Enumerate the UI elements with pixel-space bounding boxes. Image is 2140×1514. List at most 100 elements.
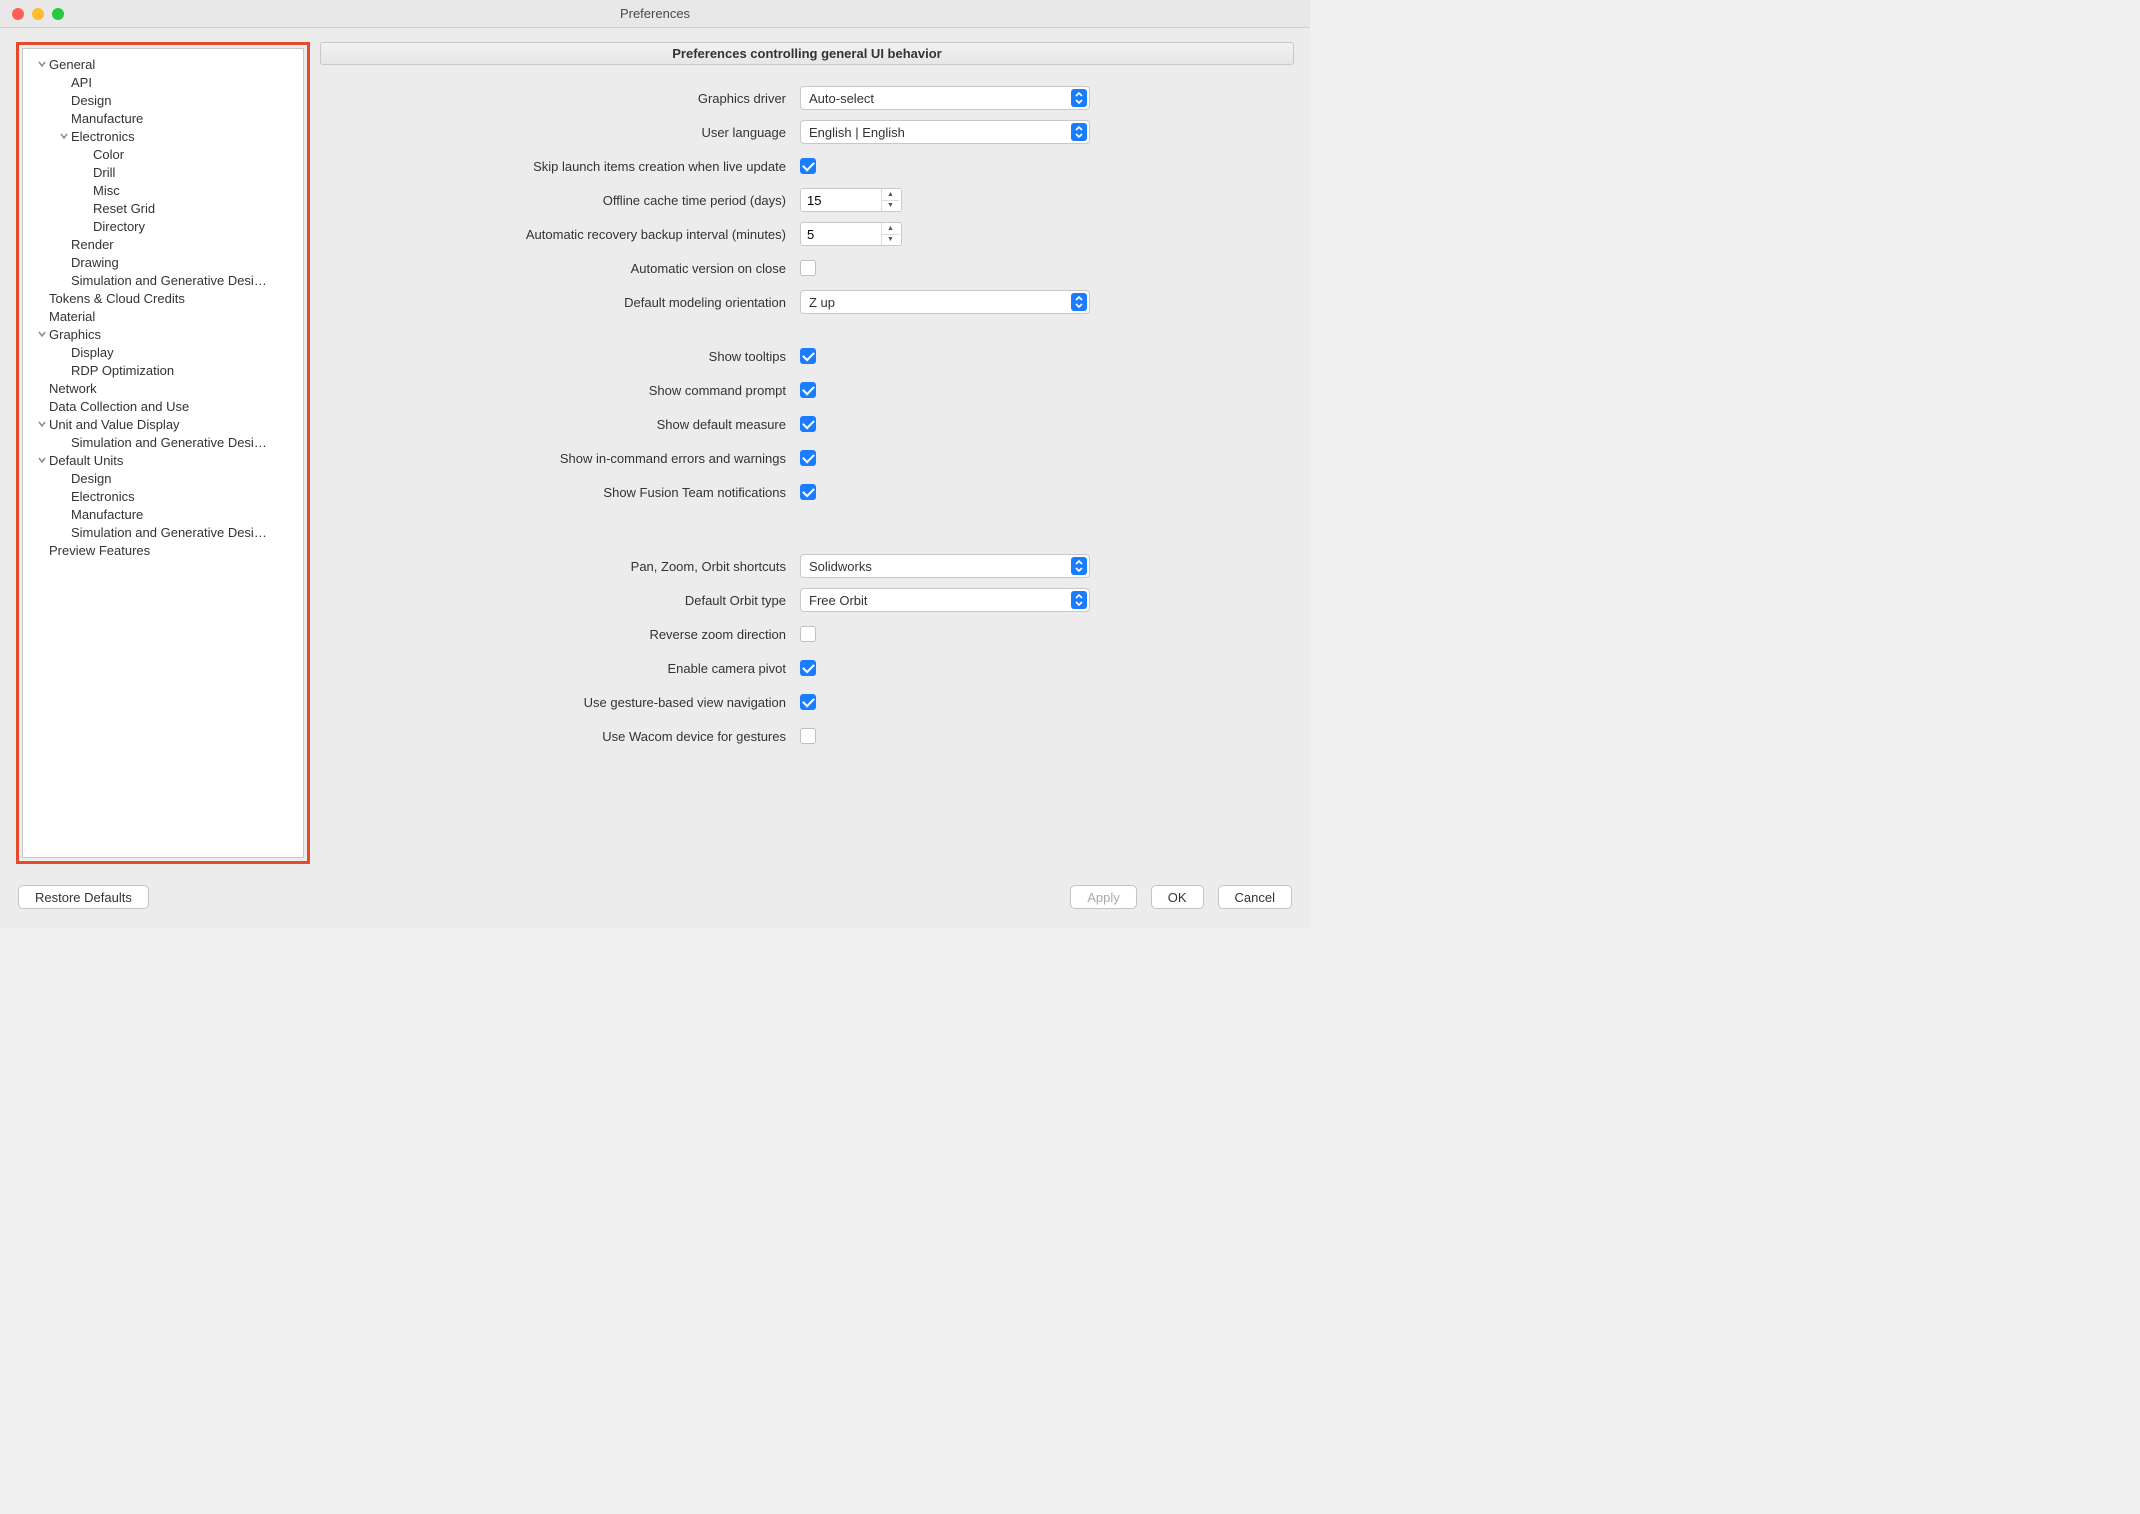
spinner-down-icon[interactable]: ▼ <box>882 235 899 246</box>
tree-item[interactable]: API <box>27 73 299 91</box>
tree-item[interactable]: Directory <box>27 217 299 235</box>
tree-item[interactable]: Manufacture <box>27 505 299 523</box>
chevron-down-icon[interactable] <box>35 60 49 68</box>
dropdown[interactable]: Solidworks <box>800 554 1090 578</box>
content-panel: Preferences controlling general UI behav… <box>320 42 1294 868</box>
checkbox[interactable] <box>800 694 816 710</box>
checkbox[interactable] <box>800 382 816 398</box>
tree-item-label: Design <box>71 471 111 486</box>
spinner-up-icon[interactable]: ▲ <box>882 189 899 201</box>
chevron-down-icon[interactable] <box>35 456 49 464</box>
setting-row: Automatic recovery backup interval (minu… <box>320 221 1286 247</box>
tree-item[interactable]: Material <box>27 307 299 325</box>
ok-button[interactable]: OK <box>1151 885 1204 909</box>
tree-item[interactable]: Simulation and Generative Desi… <box>27 523 299 541</box>
chevron-down-icon[interactable] <box>35 420 49 428</box>
tree-item[interactable]: Unit and Value Display <box>27 415 299 433</box>
tree-item-label: Manufacture <box>71 111 143 126</box>
tree-item[interactable]: Simulation and Generative Desi… <box>27 433 299 451</box>
tree-item-label: Electronics <box>71 489 135 504</box>
tree-item[interactable]: Electronics <box>27 127 299 145</box>
tree-item[interactable]: Network <box>27 379 299 397</box>
tree-item[interactable]: Data Collection and Use <box>27 397 299 415</box>
preferences-window: Preferences GeneralAPIDesignManufactureE… <box>0 0 1310 928</box>
setting-row: Use Wacom device for gestures <box>320 723 1286 749</box>
dropdown-value: Auto-select <box>809 91 874 106</box>
chevron-down-icon[interactable] <box>57 132 71 140</box>
tree-item[interactable]: Simulation and Generative Desi… <box>27 271 299 289</box>
updown-icon <box>1071 557 1087 575</box>
dropdown[interactable]: Free Orbit <box>800 588 1090 612</box>
setting-row: Show default measure <box>320 411 1286 437</box>
tree-item[interactable]: Display <box>27 343 299 361</box>
tree-item[interactable]: General <box>27 55 299 73</box>
tree-item-label: Drill <box>93 165 115 180</box>
tree-item[interactable]: Electronics <box>27 487 299 505</box>
tree-item-label: Unit and Value Display <box>49 417 180 432</box>
setting-label: Show Fusion Team notifications <box>320 485 800 500</box>
setting-row: Enable camera pivot <box>320 655 1286 681</box>
tree-item[interactable]: Color <box>27 145 299 163</box>
checkbox[interactable] <box>800 158 816 174</box>
dropdown[interactable]: Auto-select <box>800 86 1090 110</box>
tree-item[interactable]: Manufacture <box>27 109 299 127</box>
checkbox[interactable] <box>800 660 816 676</box>
tree-item-label: Simulation and Generative Desi… <box>71 273 267 288</box>
apply-button[interactable]: Apply <box>1070 885 1137 909</box>
restore-defaults-button[interactable]: Restore Defaults <box>18 885 149 909</box>
sidebar-highlight-box: GeneralAPIDesignManufactureElectronicsCo… <box>16 42 310 864</box>
checkbox[interactable] <box>800 348 816 364</box>
chevron-down-icon[interactable] <box>35 330 49 338</box>
tree-item[interactable]: Design <box>27 469 299 487</box>
window-title: Preferences <box>0 6 1310 21</box>
spinner-down-icon[interactable]: ▼ <box>882 201 899 212</box>
tree-item-label: Misc <box>93 183 120 198</box>
tree-item[interactable]: Default Units <box>27 451 299 469</box>
updown-icon <box>1071 89 1087 107</box>
tree-item[interactable]: Design <box>27 91 299 109</box>
tree-item[interactable]: Preview Features <box>27 541 299 559</box>
tree-item[interactable]: Misc <box>27 181 299 199</box>
setting-label: Show command prompt <box>320 383 800 398</box>
number-spinner[interactable]: ▲▼ <box>800 222 902 246</box>
setting-label: Offline cache time period (days) <box>320 193 800 208</box>
tree-item[interactable]: Tokens & Cloud Credits <box>27 289 299 307</box>
checkbox[interactable] <box>800 626 816 642</box>
checkbox[interactable] <box>800 484 816 500</box>
cancel-button[interactable]: Cancel <box>1218 885 1292 909</box>
tree-item[interactable]: Graphics <box>27 325 299 343</box>
checkbox[interactable] <box>800 260 816 276</box>
tree-item[interactable]: Reset Grid <box>27 199 299 217</box>
tree-item-label: Color <box>93 147 124 162</box>
tree-item-label: Graphics <box>49 327 101 342</box>
spinner-input[interactable] <box>801 189 881 211</box>
dropdown[interactable]: Z up <box>800 290 1090 314</box>
checkbox[interactable] <box>800 416 816 432</box>
setting-label: Show default measure <box>320 417 800 432</box>
dropdown[interactable]: English | English <box>800 120 1090 144</box>
setting-row: Show tooltips <box>320 343 1286 369</box>
number-spinner[interactable]: ▲▼ <box>800 188 902 212</box>
tree-item-label: Tokens & Cloud Credits <box>49 291 185 306</box>
footer: Restore Defaults Apply OK Cancel <box>0 876 1310 928</box>
setting-row: Automatic version on close <box>320 255 1286 281</box>
setting-label: Graphics driver <box>320 91 800 106</box>
tree-item-label: Design <box>71 93 111 108</box>
spinner-input[interactable] <box>801 223 881 245</box>
tree-item-label: Directory <box>93 219 145 234</box>
dropdown-value: English | English <box>809 125 905 140</box>
checkbox[interactable] <box>800 450 816 466</box>
setting-row: Show in-command errors and warnings <box>320 445 1286 471</box>
setting-label: User language <box>320 125 800 140</box>
tree-item[interactable]: Drawing <box>27 253 299 271</box>
setting-row: Default modeling orientationZ up <box>320 289 1286 315</box>
tree-item[interactable]: RDP Optimization <box>27 361 299 379</box>
preferences-tree[interactable]: GeneralAPIDesignManufactureElectronicsCo… <box>22 48 304 858</box>
setting-row: Show command prompt <box>320 377 1286 403</box>
tree-item[interactable]: Render <box>27 235 299 253</box>
setting-row: Default Orbit typeFree Orbit <box>320 587 1286 613</box>
checkbox[interactable] <box>800 728 816 744</box>
tree-item[interactable]: Drill <box>27 163 299 181</box>
spinner-up-icon[interactable]: ▲ <box>882 223 899 235</box>
tree-item-label: Preview Features <box>49 543 150 558</box>
